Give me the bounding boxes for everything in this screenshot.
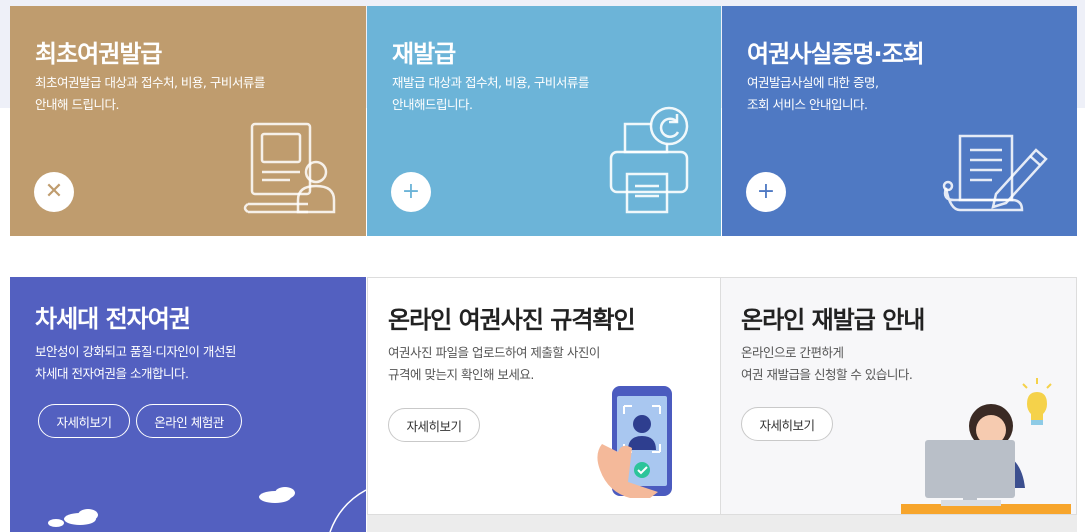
card-description: 재발급 대상과 접수처, 비용, 구비서류를 안내해드립니다. [392,75,589,112]
plus-icon[interactable]: + [746,172,786,212]
card-description: 보안성이 강화되고 품질·디자인이 개선된 차세대 전자여권을 소개합니다. [35,344,236,381]
card-title: 여권사실증명·조회 [747,40,925,68]
plus-icon[interactable]: ✕ [34,172,74,212]
details-button[interactable]: 자세히보기 [388,408,480,442]
card-first-passport[interactable]: 최초여권발급 최초여권발급 대상과 접수처, 비용, 구비서류를 안내해 드립니… [10,6,366,236]
card-online-photo-check: 온라인 여권사진 규격확인 여권사진 파일을 업로드하여 제출할 사진이 규격에… [367,277,721,515]
details-button[interactable]: 자세히보기 [741,407,833,441]
online-experience-button[interactable]: 온라인 체험관 [136,404,242,438]
person-computer-icon [901,378,1071,514]
document-pen-icon [942,134,1048,212]
card-description: 온라인으로 간편하게 여권 재발급을 신청할 수 있습니다. [741,345,913,382]
card-passport-certificate[interactable]: 여권사실증명·조회 여권발급사실에 대한 증명, 조회 서비스 안내입니다. + [722,6,1077,236]
details-button[interactable]: 자세히보기 [38,404,130,438]
plus-icon[interactable]: + [391,172,431,212]
card-next-gen-epassport: 차세대 전자여권 보안성이 강화되고 품질·디자인이 개선된 차세대 전자여권을… [10,277,366,532]
card-title: 온라인 여권사진 규격확인 [388,306,636,334]
card-title: 차세대 전자여권 [35,305,191,333]
bottom-strip [367,515,1077,532]
card-description: 여권사진 파일을 업로드하여 제출할 사진이 규격에 맞는지 확인해 보세요. [388,345,600,382]
card-title: 최초여권발급 [35,40,162,68]
card-online-reissue: 온라인 재발급 안내 온라인으로 간편하게 여권 재발급을 신청할 수 있습니다… [721,277,1077,515]
phone-photo-check-icon [597,386,672,498]
card-description: 여권발급사실에 대한 증명, 조회 서비스 안내입니다. [747,75,879,112]
card-title: 재발급 [392,40,456,68]
passport-person-icon [243,122,336,214]
card-description: 최초여권발급 대상과 접수처, 비용, 구비서류를 안내해 드립니다. [35,75,265,112]
card-title: 온라인 재발급 안내 [741,306,925,334]
card-reissue[interactable]: 재발급 재발급 대상과 접수처, 비용, 구비서류를 안내해드립니다. + [367,6,721,236]
clouds-icon [48,487,366,532]
printer-refresh-icon [609,106,689,214]
